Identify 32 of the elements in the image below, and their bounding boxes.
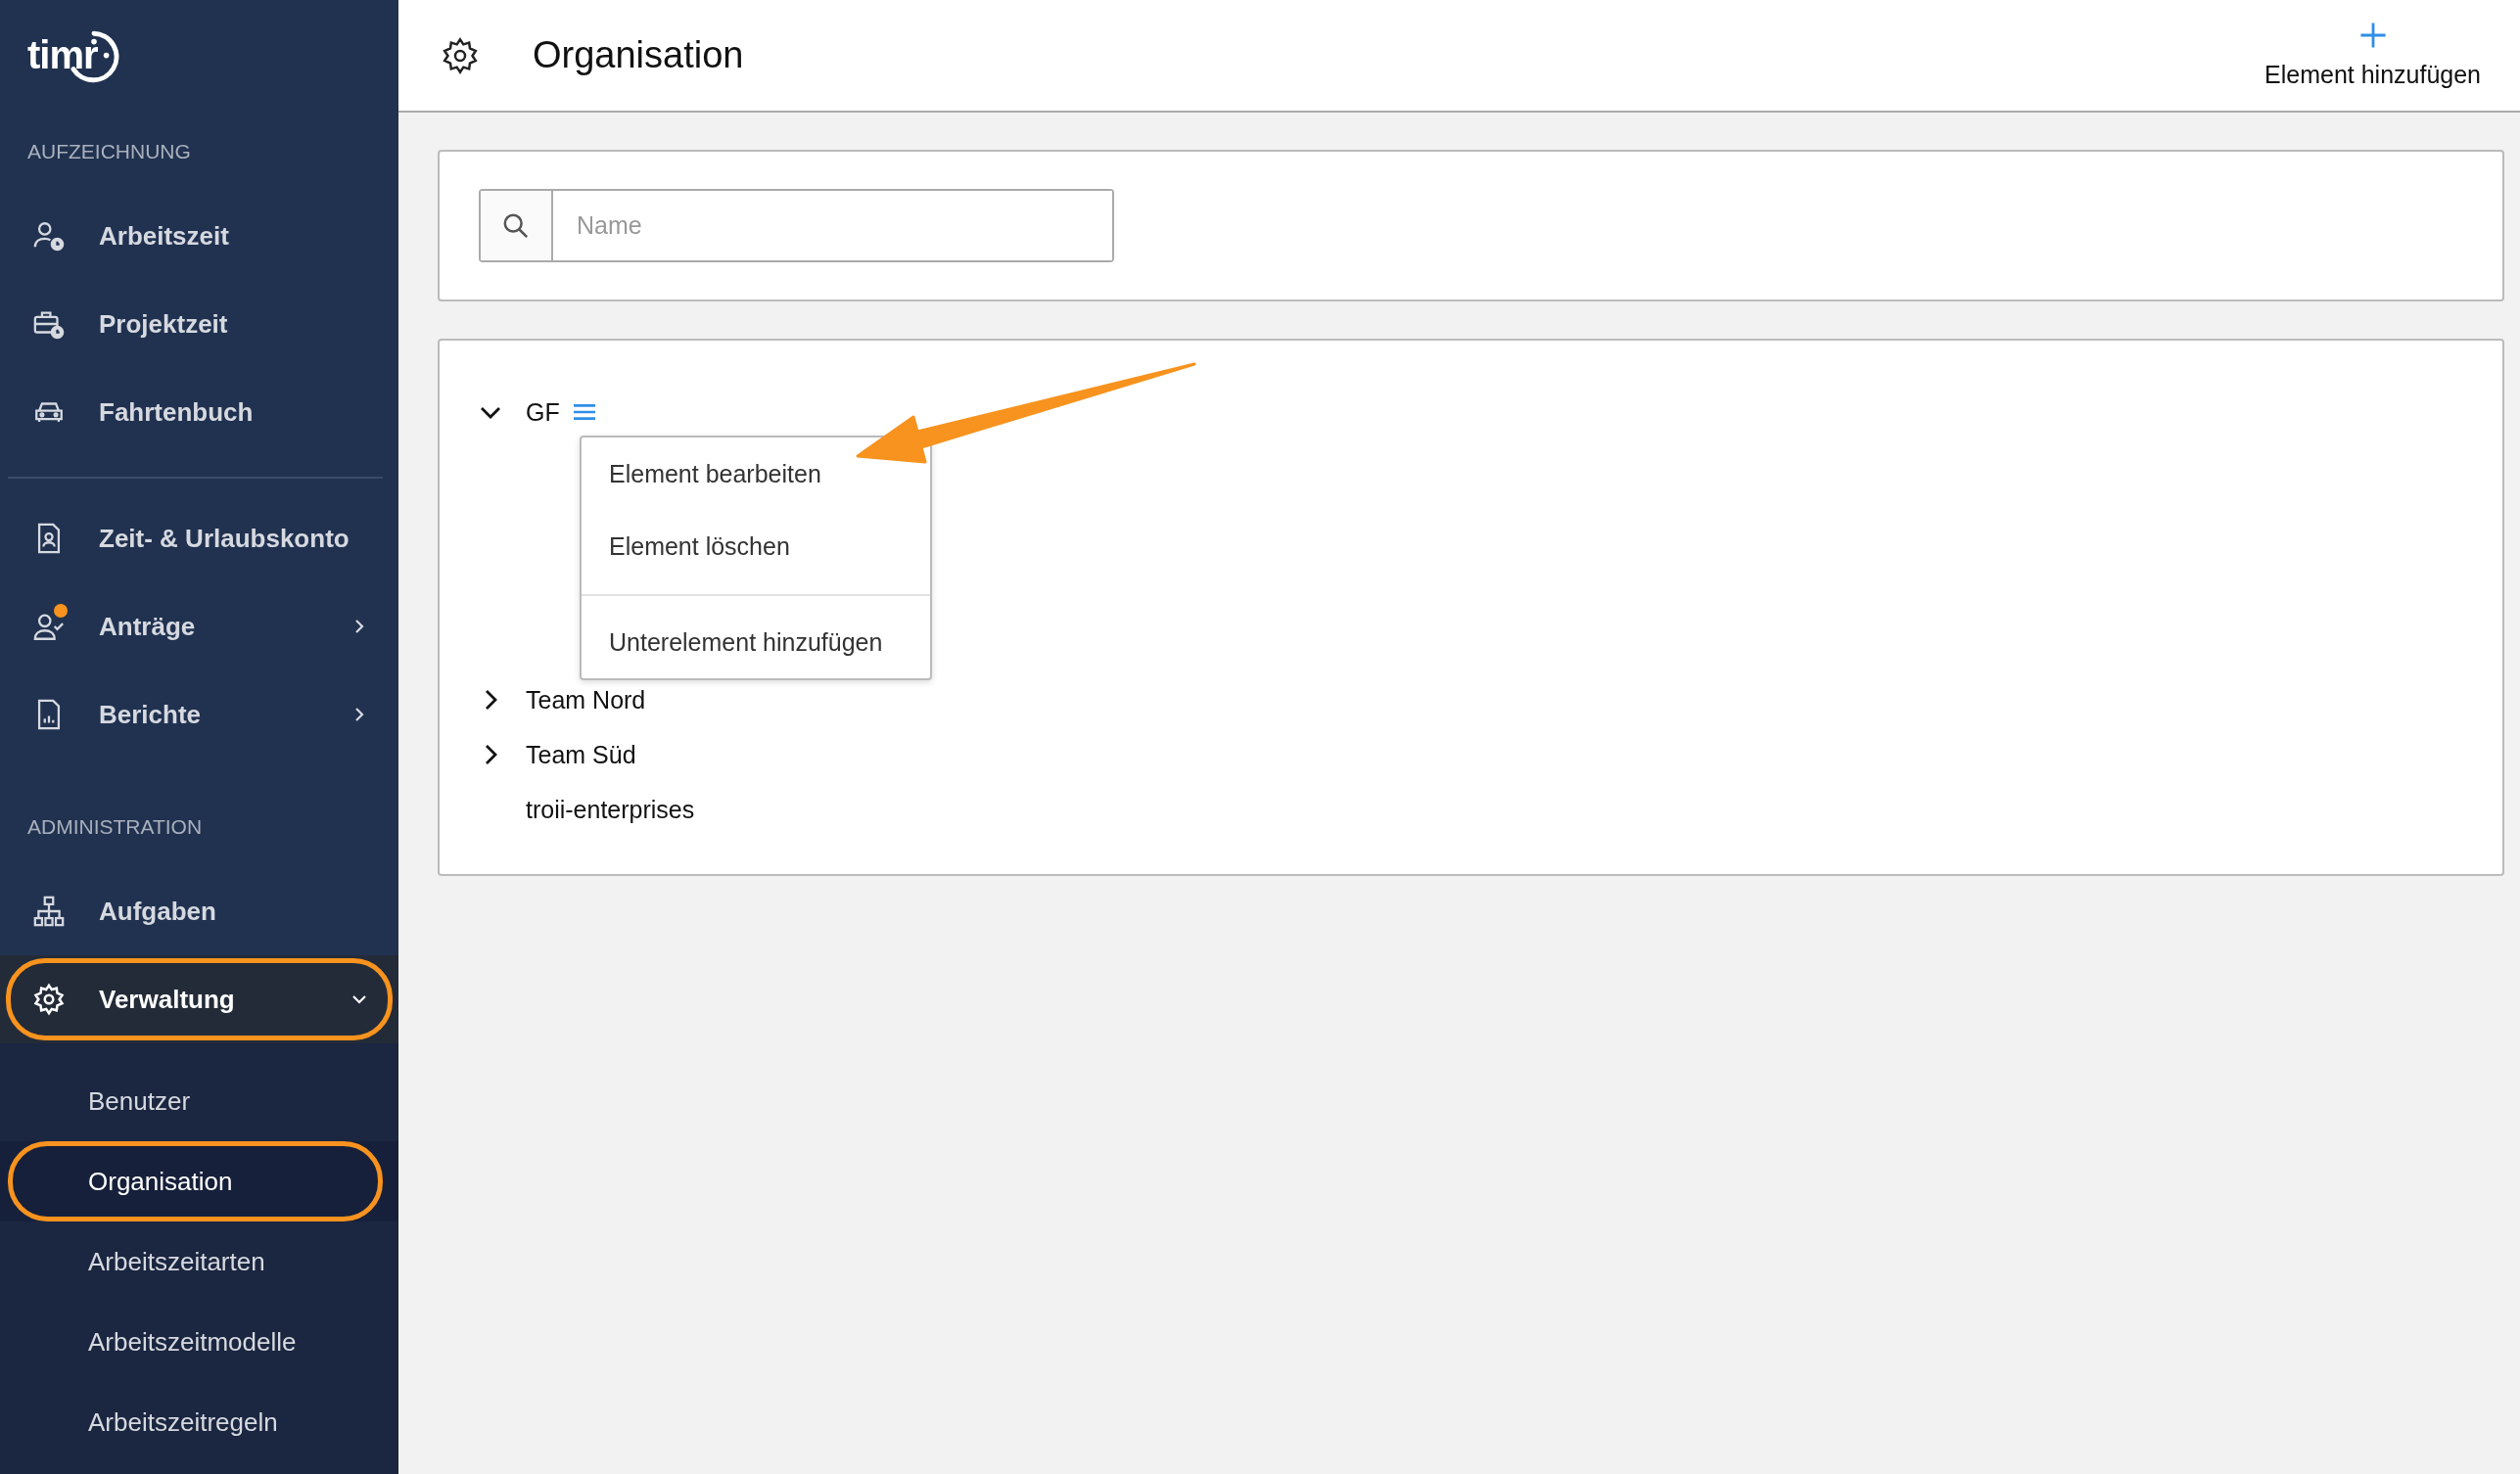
menu-icon[interactable]	[573, 403, 595, 421]
sidebar-item[interactable]: Fahrtenbuch	[6, 371, 393, 454]
sidebar-item[interactable]: Berichte	[6, 673, 393, 756]
settings-icon	[441, 35, 480, 75]
submenu-item[interactable]: Arbeitszeitregeln	[8, 1382, 383, 1462]
sidebar-item[interactable]: Projektzeit	[6, 283, 393, 366]
search-icon	[502, 211, 530, 240]
page-title: Organisation	[533, 34, 745, 76]
submenu-item[interactable]: Arbeitszeitmodelle	[8, 1302, 383, 1382]
settings-icon	[32, 983, 66, 1016]
menu-item[interactable]: Element bearbeiten	[582, 438, 930, 510]
org-chart-icon	[32, 895, 66, 928]
sidebar-item[interactable]: Aufgaben	[6, 870, 393, 952]
sidebar-item[interactable]: Anträge	[6, 585, 393, 668]
tree-item[interactable]: Team Nord	[526, 685, 646, 714]
section-label: AUFZEICHNUNG	[26, 140, 192, 164]
sidebar-item[interactable]: Arbeitszeit	[6, 195, 393, 278]
submenu-item[interactable]: Organisation	[8, 1141, 383, 1221]
add-element-button[interactable]: Element hinzufügen	[2264, 22, 2481, 89]
tree-item[interactable]: GF	[526, 397, 560, 427]
section-label: ADMINISTRATION	[26, 815, 204, 839]
person-clock-icon	[32, 219, 66, 253]
submenu-item[interactable]: Arbeitszeitarten	[8, 1221, 383, 1302]
tree-item[interactable]: troii-enterprises	[526, 795, 695, 824]
menu-item[interactable]: Element löschen	[582, 510, 930, 582]
plus-icon	[2358, 22, 2387, 49]
sidebar-item[interactable]: Zeit- & Urlaubskonto	[6, 497, 393, 579]
submenu-item[interactable]: Benutzer	[8, 1061, 383, 1141]
tree-item[interactable]: Team Süd	[526, 740, 636, 769]
menu-item[interactable]: Unterelement hinzufügen	[582, 606, 930, 678]
search-field[interactable]: Name	[479, 189, 1114, 262]
timr-logo[interactable]: timr	[27, 27, 125, 84]
